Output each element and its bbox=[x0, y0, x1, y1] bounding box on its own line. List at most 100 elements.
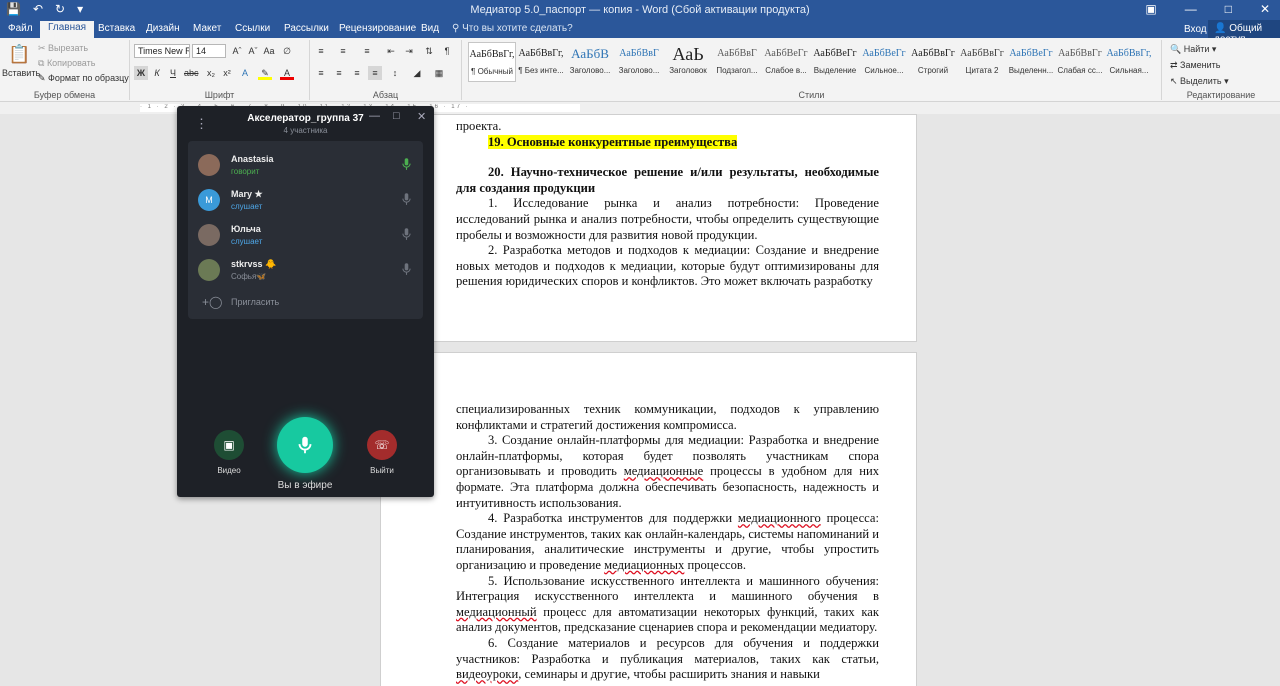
maximize-icon[interactable]: □ bbox=[1225, 2, 1232, 16]
cut-button[interactable]: ✂ Вырезать bbox=[38, 43, 88, 54]
paste-icon[interactable]: 📋 bbox=[8, 44, 30, 65]
tab-file[interactable]: Файл bbox=[6, 22, 35, 38]
paragraph-group: ≡ ≡ ≡ ⇤ ⇥ ⇅ ¶ ≡ ≡ ≡ ≡ ↕ ◢ ▦ Абзац bbox=[310, 40, 462, 100]
align-center-icon[interactable]: ≡ bbox=[332, 66, 346, 80]
shading-icon[interactable]: ◢ bbox=[410, 66, 424, 80]
tab-layout[interactable]: Макет bbox=[191, 22, 223, 38]
paragraph-group-label: Абзац bbox=[372, 90, 399, 100]
tell-me-box[interactable]: ⚲ Что вы хотите сделать? bbox=[452, 23, 573, 34]
subscript-icon[interactable]: x₂ bbox=[204, 66, 218, 80]
bold-icon[interactable]: Ж bbox=[134, 66, 148, 80]
style-item[interactable]: АаБбВеГг Слабое в... bbox=[762, 42, 810, 82]
participant-row[interactable]: M Mary ★ слушает bbox=[188, 180, 423, 215]
style-item[interactable]: АаБбВвГг, ¶ Обычный bbox=[468, 42, 516, 82]
tab-insert[interactable]: Вставка bbox=[96, 22, 137, 38]
replace-icon: ⇄ bbox=[1170, 60, 1181, 70]
font-size-box[interactable]: 14 bbox=[192, 44, 226, 58]
minimize-icon[interactable]: — bbox=[369, 110, 380, 122]
microphone-icon bbox=[298, 436, 312, 454]
spelling-error[interactable]: видеоуроки bbox=[456, 667, 518, 681]
style-item[interactable]: АаБбВеГг Выделенн... bbox=[1007, 42, 1055, 82]
shrink-font-icon[interactable]: Aˇ bbox=[246, 44, 260, 58]
participant-row[interactable]: stkrvss 🐥 Софья🦋 bbox=[188, 250, 423, 285]
multilevel-list-icon[interactable]: ≡ bbox=[360, 44, 374, 58]
style-item[interactable]: АаБбВвГг Строгий bbox=[909, 42, 957, 82]
style-item[interactable]: АаБбВвГг Слабая сс... bbox=[1056, 42, 1104, 82]
font-color-icon[interactable]: A bbox=[280, 66, 294, 80]
style-item[interactable]: АаБбВвГ Заголово... bbox=[615, 42, 663, 82]
increase-indent-icon[interactable]: ⇥ bbox=[402, 44, 416, 58]
paragraph-continued: специализированных техник коммуникации, … bbox=[456, 402, 879, 432]
style-preview: АаБбВеГг bbox=[1009, 48, 1053, 59]
italic-icon[interactable]: К bbox=[150, 66, 164, 80]
ribbon-options-icon[interactable]: ▣ bbox=[1145, 2, 1156, 16]
find-button[interactable]: 🔍 Найти ▾ bbox=[1170, 44, 1216, 55]
brush-icon: ✎ bbox=[38, 73, 49, 83]
microphone-button[interactable] bbox=[277, 417, 333, 473]
format-painter-button[interactable]: ✎ Формат по образцу bbox=[38, 73, 129, 84]
copy-button[interactable]: ⧉ Копировать bbox=[38, 58, 95, 69]
align-left-icon[interactable]: ≡ bbox=[314, 66, 328, 80]
clear-format-icon[interactable]: ∅ bbox=[280, 44, 294, 58]
paste-button[interactable]: Вставить bbox=[2, 68, 40, 78]
highlight-icon[interactable]: ✎ bbox=[258, 66, 272, 80]
leave-call-button[interactable]: ☏ bbox=[367, 430, 397, 460]
close-icon[interactable]: ✕ bbox=[417, 110, 426, 123]
superscript-icon[interactable]: x² bbox=[220, 66, 234, 80]
spelling-error[interactable]: медиационные bbox=[624, 464, 703, 478]
close-icon[interactable]: ✕ bbox=[1260, 2, 1270, 16]
decrease-indent-icon[interactable]: ⇤ bbox=[384, 44, 398, 58]
style-name: Выделенн... bbox=[1008, 66, 1054, 75]
video-toggle-button[interactable]: ▣ bbox=[214, 430, 244, 460]
heading-20: 20. Научно-техническое решение и/или рез… bbox=[456, 165, 879, 196]
style-item[interactable]: АаБбВвГг, Сильная... bbox=[1105, 42, 1153, 82]
style-item[interactable]: АаБбВ Заголово... bbox=[566, 42, 614, 82]
style-item[interactable]: АаБбВеГг Сильное... bbox=[860, 42, 908, 82]
tab-view[interactable]: Вид bbox=[419, 22, 441, 38]
style-item[interactable]: АаЬ Заголовок bbox=[664, 42, 712, 82]
style-item[interactable]: АаБбВвГг Цитата 2 bbox=[958, 42, 1006, 82]
justify-icon[interactable]: ≡ bbox=[368, 66, 382, 80]
select-button[interactable]: ↖ Выделить ▾ bbox=[1170, 76, 1229, 87]
sort-icon[interactable]: ⇅ bbox=[422, 44, 436, 58]
replace-button[interactable]: ⇄ Заменить bbox=[1170, 60, 1221, 71]
underline-icon[interactable]: Ч bbox=[166, 66, 180, 80]
video-off-icon: ▣ bbox=[223, 438, 235, 452]
p6-text-a: 6. Создание материалов и ресурсов для об… bbox=[456, 635, 879, 666]
align-right-icon[interactable]: ≡ bbox=[350, 66, 364, 80]
participant-row[interactable]: Anastasia говорит bbox=[188, 145, 423, 180]
style-item[interactable]: АаБбВеГг Выделение bbox=[811, 42, 859, 82]
tab-review[interactable]: Рецензирование bbox=[337, 22, 418, 38]
spelling-error[interactable]: медиационный bbox=[456, 605, 537, 619]
tab-mailings[interactable]: Рассылки bbox=[282, 22, 331, 38]
bullets-icon[interactable]: ≡ bbox=[314, 44, 328, 58]
numbering-icon[interactable]: ≡ bbox=[336, 44, 350, 58]
line-spacing-icon[interactable]: ↕ bbox=[388, 66, 402, 80]
invite-button[interactable]: +◯ Пригласить bbox=[188, 285, 423, 320]
tab-references[interactable]: Ссылки bbox=[233, 22, 272, 38]
style-preview: АаБбВ bbox=[571, 46, 609, 61]
style-item[interactable]: АаБбВвГ Подзагол... bbox=[713, 42, 761, 82]
show-marks-icon[interactable]: ¶ bbox=[440, 44, 454, 58]
participant-row[interactable]: Юльча слушает bbox=[188, 215, 423, 250]
participant-name: Anastasia bbox=[231, 154, 274, 164]
change-case-icon[interactable]: Aa bbox=[262, 44, 276, 58]
minimize-icon[interactable]: — bbox=[1185, 2, 1197, 16]
grow-font-icon[interactable]: Aˆ bbox=[230, 44, 244, 58]
style-item[interactable]: АаБбВвГг, ¶ Без инте... bbox=[517, 42, 565, 82]
strikethrough-icon[interactable]: abc bbox=[184, 66, 199, 80]
style-name: ¶ Обычный bbox=[471, 67, 513, 76]
style-preview: АаБбВвГг, bbox=[1106, 48, 1152, 59]
tab-design[interactable]: Дизайн bbox=[144, 22, 182, 38]
spelling-error[interactable]: медиационного bbox=[738, 511, 821, 525]
share-button[interactable]: 👤 Общий доступ bbox=[1208, 20, 1280, 45]
maximize-icon[interactable]: □ bbox=[393, 110, 400, 122]
avatar bbox=[198, 224, 220, 246]
spelling-error[interactable]: медиационных bbox=[604, 558, 684, 572]
text-effects-icon[interactable]: A bbox=[238, 66, 252, 80]
tab-home[interactable]: Главная bbox=[40, 21, 95, 38]
borders-icon[interactable]: ▦ bbox=[432, 66, 446, 80]
font-name-box[interactable]: Times New R bbox=[134, 44, 190, 58]
style-preview: АаБбВеГг bbox=[862, 48, 906, 59]
sign-in-link[interactable]: Вход bbox=[1182, 23, 1209, 39]
